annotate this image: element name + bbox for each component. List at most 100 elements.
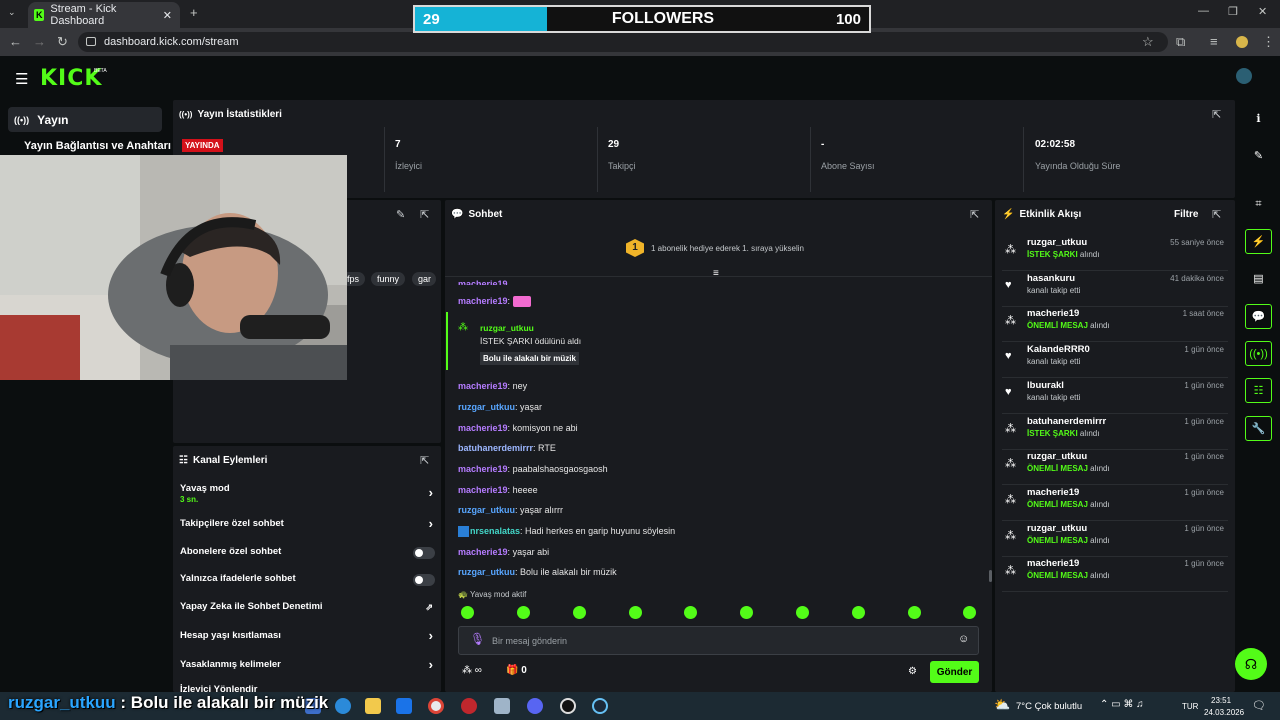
followers-only-row[interactable]: Takipçilere özel sohbet › (180, 516, 435, 531)
popout-icon[interactable]: ⇱ (420, 208, 429, 221)
chat-icon[interactable]: 💬 (1245, 304, 1272, 329)
taskbar-app-icon[interactable] (494, 698, 510, 714)
hamburger-menu-icon[interactable]: ☰ (15, 70, 28, 88)
activity-item[interactable]: ♥ KalandeRRR0 1 gün önce kanalı takip etti (1002, 344, 1228, 378)
chat-username[interactable]: macherie19 (458, 547, 508, 557)
clock-time[interactable]: 23:51 (1211, 696, 1231, 705)
popout-icon[interactable]: ⇱ (970, 208, 979, 221)
chat-username[interactable]: macherie19 (458, 485, 508, 495)
minimize-icon[interactable]: — (1198, 5, 1209, 17)
popout-icon[interactable]: ⇱ (1212, 208, 1221, 221)
activity-item[interactable]: ⁂ macherie19 1 gün önce ÖNEMLİ MESAJ alındı (1002, 558, 1228, 592)
opera-icon[interactable] (461, 698, 477, 714)
chrome-icon[interactable] (428, 698, 444, 714)
chat-username[interactable]: macherie19 (458, 296, 508, 306)
info-icon[interactable]: ℹ (1245, 106, 1272, 131)
close-tab-icon[interactable]: ✕ (163, 9, 172, 22)
subscribers-only-toggle[interactable] (413, 547, 435, 559)
close-window-icon[interactable]: ✕ (1258, 5, 1267, 18)
activity-item[interactable]: ⁂ ruzgar_utkuu 1 gün önce ÖNEMLİ MESAJ alın… (1002, 451, 1228, 485)
profile-avatar[interactable] (1236, 36, 1248, 48)
discord-icon[interactable] (527, 698, 543, 714)
file-explorer-icon[interactable] (365, 698, 381, 714)
slow-mode-row[interactable]: Yavaş mod 3 sn. › (180, 483, 435, 504)
kick-emote-icon[interactable] (796, 606, 809, 619)
activity-user[interactable]: lbuurakl (1027, 380, 1064, 391)
sidebar-item-stream-key[interactable]: Yayın Bağlantısı ve Anahtarı (24, 140, 171, 152)
kick-emote-icon[interactable] (517, 606, 530, 619)
chat-username[interactable]: ruzgar_utkuu (458, 402, 515, 412)
activity-user[interactable]: ruzgar_utkuu (1027, 237, 1087, 248)
kick-emote-icon[interactable] (908, 606, 921, 619)
activity-user[interactable]: batuhanerdemirrr (1027, 416, 1106, 427)
kick-emote-icon[interactable] (684, 606, 697, 619)
weather-text[interactable]: 7°C Çok bulutlu (1016, 701, 1082, 712)
browser-tab[interactable]: K Stream - Kick Dashboard ✕ (28, 2, 180, 28)
kick-emote-icon[interactable] (963, 606, 976, 619)
reward-user[interactable]: ruzgar_utkuu (480, 323, 534, 333)
activity-user[interactable]: macherie19 (1027, 487, 1079, 498)
account-age-row[interactable]: Hesap yaşı kısıtlaması › (180, 628, 435, 643)
chat-scrollbar[interactable] (989, 570, 992, 582)
kick-emote-icon[interactable] (740, 606, 753, 619)
media-controls-icon[interactable]: ≡ (1210, 34, 1218, 49)
gift-goal-text[interactable]: 1 abonelik hediye ederek 1. sıraya yükse… (651, 244, 804, 253)
activity-user[interactable]: hasankuru (1027, 273, 1075, 284)
chat-username[interactable]: macherie19 (458, 464, 508, 474)
chrome-menu-icon[interactable]: ⋮ (1262, 34, 1275, 50)
new-tab-icon[interactable]: + (190, 5, 198, 20)
tray-icons[interactable]: ⌃ ▭ ⌘ ♫ (1100, 699, 1144, 710)
wrench-icon[interactable]: 🔧 (1245, 416, 1272, 441)
edit-icon[interactable]: ✎ (1245, 143, 1272, 168)
activity-item[interactable]: ⁂ batuhanerdemirrr 1 gün önce İSTEK ŞARKI a… (1002, 416, 1228, 450)
activity-item[interactable]: ⁂ macherie19 1 gün önce ÖNEMLİ MESAJ alındı (1002, 487, 1228, 521)
pinned-toggle-icon[interactable]: ≡ (713, 268, 719, 279)
chat-username[interactable]: ruzgar_utkuu (458, 505, 515, 515)
restore-icon[interactable]: ❐ (1228, 5, 1238, 18)
chat-username[interactable]: batuhanerdemirrr (458, 443, 533, 453)
tag-chip[interactable]: funny (371, 272, 406, 286)
activity-user[interactable]: KalandeRRR0 (1027, 344, 1090, 355)
mail-icon[interactable] (396, 698, 412, 714)
raid-row[interactable]: İzleyici Yönlendir (180, 684, 435, 692)
chat-username[interactable]: ruzgar_utkuu (458, 567, 515, 577)
activity-user[interactable]: macherie19 (1027, 308, 1079, 319)
capture-icon[interactable]: ⌗ (1245, 192, 1272, 217)
language-indicator[interactable]: TUR (1182, 702, 1198, 711)
steam-icon[interactable] (592, 698, 608, 714)
user-avatar[interactable] (1236, 68, 1252, 84)
emote-only-toggle[interactable] (413, 574, 435, 586)
activity-item[interactable]: ⁂ ruzgar_utkuu 1 gün önce ÖNEMLİ MESAJ alın… (1002, 523, 1228, 557)
chat-username[interactable]: nrsenalatas (470, 526, 520, 536)
points-indicator[interactable]: ⁂ ∞ (462, 665, 482, 676)
clock-date[interactable]: 24.03.2026 (1204, 708, 1244, 717)
activity-item[interactable]: ♥ lbuurakl 1 gün önce kanalı takip etti (1002, 380, 1228, 414)
microphone-icon[interactable]: 🎙 (470, 632, 485, 646)
kick-emote-icon[interactable] (629, 606, 642, 619)
popout-icon[interactable]: ⇱ (420, 454, 429, 467)
lightning-icon[interactable]: ⚡ (1245, 229, 1272, 254)
filter-button[interactable]: Filtre (1174, 209, 1198, 220)
chat-username[interactable]: macherie19 (458, 423, 508, 433)
extensions-icon[interactable]: ⧉ (1176, 34, 1185, 50)
activity-item[interactable]: ⁂ ruzgar_utkuu 55 saniye önce İSTEK ŞARKI a… (1002, 237, 1228, 271)
bookmark-star-icon[interactable]: ☆ (1142, 34, 1154, 50)
broadcast-icon[interactable]: ((•)) (1245, 341, 1272, 366)
forward-icon[interactable]: → (33, 34, 46, 49)
banned-words-row[interactable]: Yasaklanmış kelimeler › (180, 657, 435, 672)
chat-username[interactable]: macherie19 (458, 381, 508, 391)
kick-emote-icon[interactable] (852, 606, 865, 619)
site-info-icon[interactable] (86, 37, 96, 46)
back-icon[interactable]: ← (9, 34, 22, 49)
ai-moderation-row[interactable]: Yapay Zeka ile Sohbet Denetimi ⇗ (180, 601, 435, 612)
activity-user[interactable]: ruzgar_utkuu (1027, 451, 1087, 462)
activity-user[interactable]: ruzgar_utkuu (1027, 523, 1087, 534)
gift-counter[interactable]: 🎁 0 (506, 665, 527, 676)
sliders-icon[interactable]: ☷ (1245, 378, 1272, 403)
tab-list-icon[interactable]: ⌄ (8, 7, 16, 18)
edit-pencil-icon[interactable]: ✎ (396, 208, 405, 221)
reload-icon[interactable]: ↻ (57, 34, 68, 50)
edge-icon[interactable] (335, 698, 351, 714)
activity-item[interactable]: ♥ hasankuru 41 dakika önce kanalı takip ett… (1002, 273, 1228, 307)
notifications-icon[interactable]: 🗨 (1252, 699, 1266, 712)
